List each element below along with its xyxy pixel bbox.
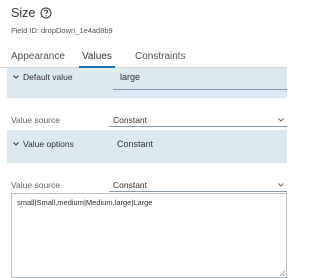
tab-appearance[interactable]: Appearance: [11, 51, 65, 62]
value-source-label: Value source: [11, 115, 60, 125]
tab-values[interactable]: Values: [82, 51, 112, 62]
default-value-label: Default value: [23, 72, 73, 82]
value-source-select[interactable]: Constant: [113, 180, 147, 190]
chevron-down-icon[interactable]: [277, 181, 285, 189]
tab-constraints[interactable]: Constraints: [135, 51, 186, 62]
value-options-textarea[interactable]: small|Small,medium|Medium,large|Large: [11, 193, 287, 278]
page-title: Size: [11, 6, 36, 20]
default-value-input-underline: [113, 89, 287, 90]
chevron-down-icon[interactable]: [12, 140, 20, 148]
value-source-underline: [109, 191, 287, 192]
field-id-label: Field ID: dropDown_1e4ad8b9: [11, 26, 113, 35]
help-icon[interactable]: [40, 7, 52, 19]
value-source-select[interactable]: Constant: [113, 115, 147, 125]
value-source-underline: [109, 126, 287, 127]
resize-handle-icon[interactable]: [279, 270, 286, 277]
chevron-down-icon[interactable]: [12, 73, 20, 81]
value-options-value: Constant: [117, 139, 154, 149]
chevron-down-icon[interactable]: [277, 116, 285, 124]
header: Size: [11, 6, 52, 20]
tab-bar: Appearance Values Constraints: [0, 48, 287, 68]
default-value-input[interactable]: large: [120, 72, 140, 82]
value-source-label: Value source: [11, 180, 60, 190]
value-options-label: Value options: [23, 139, 74, 149]
